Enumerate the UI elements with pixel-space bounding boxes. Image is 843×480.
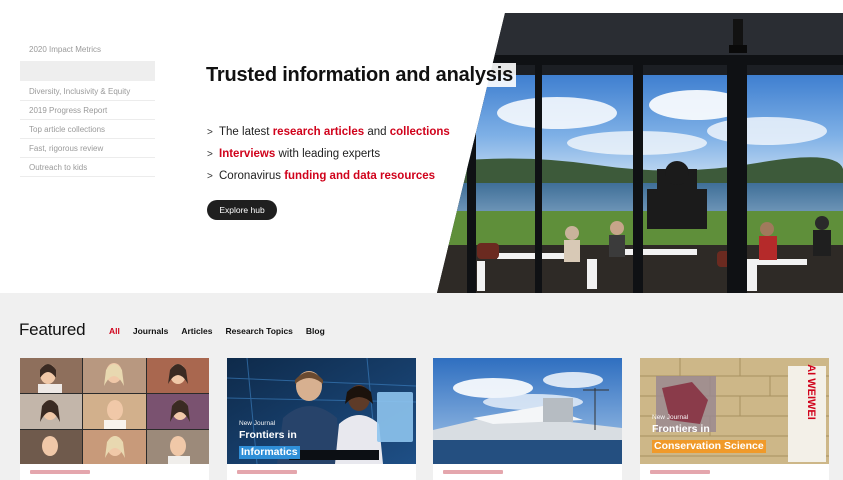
- card-category-label: [30, 470, 90, 474]
- explore-hub-button[interactable]: Explore hub: [207, 200, 277, 220]
- side-nav: 2020 Impact Metrics Diversity, Inclusivi…: [20, 40, 155, 177]
- card-thumbnail: [20, 358, 209, 464]
- card-overlay-label: New Journal Frontiers in Informatics: [239, 420, 300, 459]
- hero-section: 2020 Impact Metrics Diversity, Inclusivi…: [0, 0, 843, 293]
- chevron-right-icon: >: [207, 127, 213, 138]
- featured-filter-tabs: All Journals Articles Research Topics Bl…: [109, 326, 338, 336]
- hero-highlight-coronavirus: > Coronavirus funding and data resources: [207, 168, 450, 190]
- side-nav-item-progress-report[interactable]: 2019 Progress Report: [20, 101, 155, 120]
- featured-card-frontiers-conservation[interactable]: AI WEIWEI New Journal Frontiers in Conse…: [640, 358, 829, 480]
- filter-tab-journals[interactable]: Journals: [133, 326, 168, 336]
- hero-highlights-list: > The latest research articles and collec…: [207, 124, 450, 190]
- side-nav-item-active[interactable]: [20, 61, 155, 81]
- featured-card-frontiers-informatics[interactable]: New Journal Frontiers in Informatics: [227, 358, 416, 480]
- card-overlay-label: New Journal Frontiers in Conservation Sc…: [652, 414, 766, 453]
- chevron-right-icon: >: [207, 171, 213, 182]
- funding-data-resources-link[interactable]: funding and data resources: [284, 170, 435, 182]
- collections-link[interactable]: collections: [390, 126, 450, 138]
- featured-title: Featured: [19, 320, 86, 339]
- hero-title: Trusted information and analysis: [206, 63, 516, 88]
- hero-highlight-research: > The latest research articles and collec…: [207, 124, 450, 146]
- featured-section: Featured All Journals Articles Research …: [0, 293, 843, 480]
- side-nav-item-fast-review[interactable]: Fast, rigorous review: [20, 139, 155, 158]
- card-category-label: [443, 470, 503, 474]
- featured-card-building[interactable]: [433, 358, 622, 480]
- card-category-label: [650, 470, 710, 474]
- interviews-link[interactable]: Interviews: [219, 148, 275, 160]
- hero-highlight-interviews: > Interviews with leading experts: [207, 146, 450, 168]
- side-nav-item-diversity[interactable]: Diversity, Inclusivity & Equity: [20, 82, 155, 101]
- filter-tab-research-topics[interactable]: Research Topics: [226, 326, 293, 336]
- card-category-label: [237, 470, 297, 474]
- card-thumbnail: [433, 358, 622, 464]
- side-nav-item-top-collections[interactable]: Top article collections: [20, 120, 155, 139]
- ai-weiwei-sign: AI WEIWEI: [805, 364, 817, 420]
- chevron-right-icon: >: [207, 149, 213, 160]
- filter-tab-blog[interactable]: Blog: [306, 326, 325, 336]
- filter-tab-articles[interactable]: Articles: [181, 326, 212, 336]
- hero-image: [437, 13, 843, 293]
- side-nav-item-impact-metrics[interactable]: 2020 Impact Metrics: [20, 40, 155, 59]
- research-articles-link[interactable]: research articles: [273, 126, 364, 138]
- side-nav-item-outreach[interactable]: Outreach to kids: [20, 158, 155, 177]
- featured-card-research-topics[interactable]: [20, 358, 209, 480]
- filter-tab-all[interactable]: All: [109, 326, 120, 336]
